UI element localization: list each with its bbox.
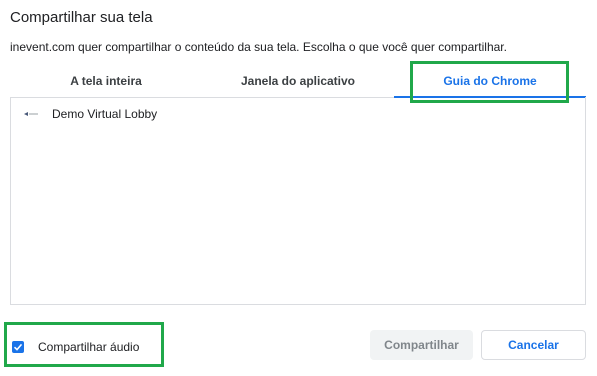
share-button[interactable]: Compartilhar <box>370 330 473 360</box>
share-audio-option[interactable]: Compartilhar áudio <box>12 339 139 355</box>
chrome-tab-list: Demo Virtual Lobby <box>10 97 586 305</box>
dialog-title: Compartilhar sua tela <box>10 9 153 26</box>
tab-entire-screen[interactable]: A tela inteira <box>10 64 202 97</box>
checkmark-icon <box>13 343 23 351</box>
tab-application-window[interactable]: Janela do aplicativo <box>202 64 394 97</box>
share-screen-dialog: Compartilhar sua tela inevent.com quer c… <box>0 0 597 376</box>
list-item-label: Demo Virtual Lobby <box>52 107 158 121</box>
cancel-button[interactable]: Cancelar <box>481 330 586 360</box>
share-audio-label: Compartilhar áudio <box>38 340 140 354</box>
source-tabs: A tela inteira Janela do aplicativo Guia… <box>10 64 586 98</box>
share-audio-checkbox[interactable] <box>12 341 24 353</box>
tab-favicon-icon <box>24 112 38 116</box>
tab-chrome-tab[interactable]: Guia do Chrome <box>394 64 586 98</box>
dialog-subtitle: inevent.com quer compartilhar o conteúdo… <box>10 40 507 54</box>
list-item[interactable]: Demo Virtual Lobby <box>11 101 585 127</box>
